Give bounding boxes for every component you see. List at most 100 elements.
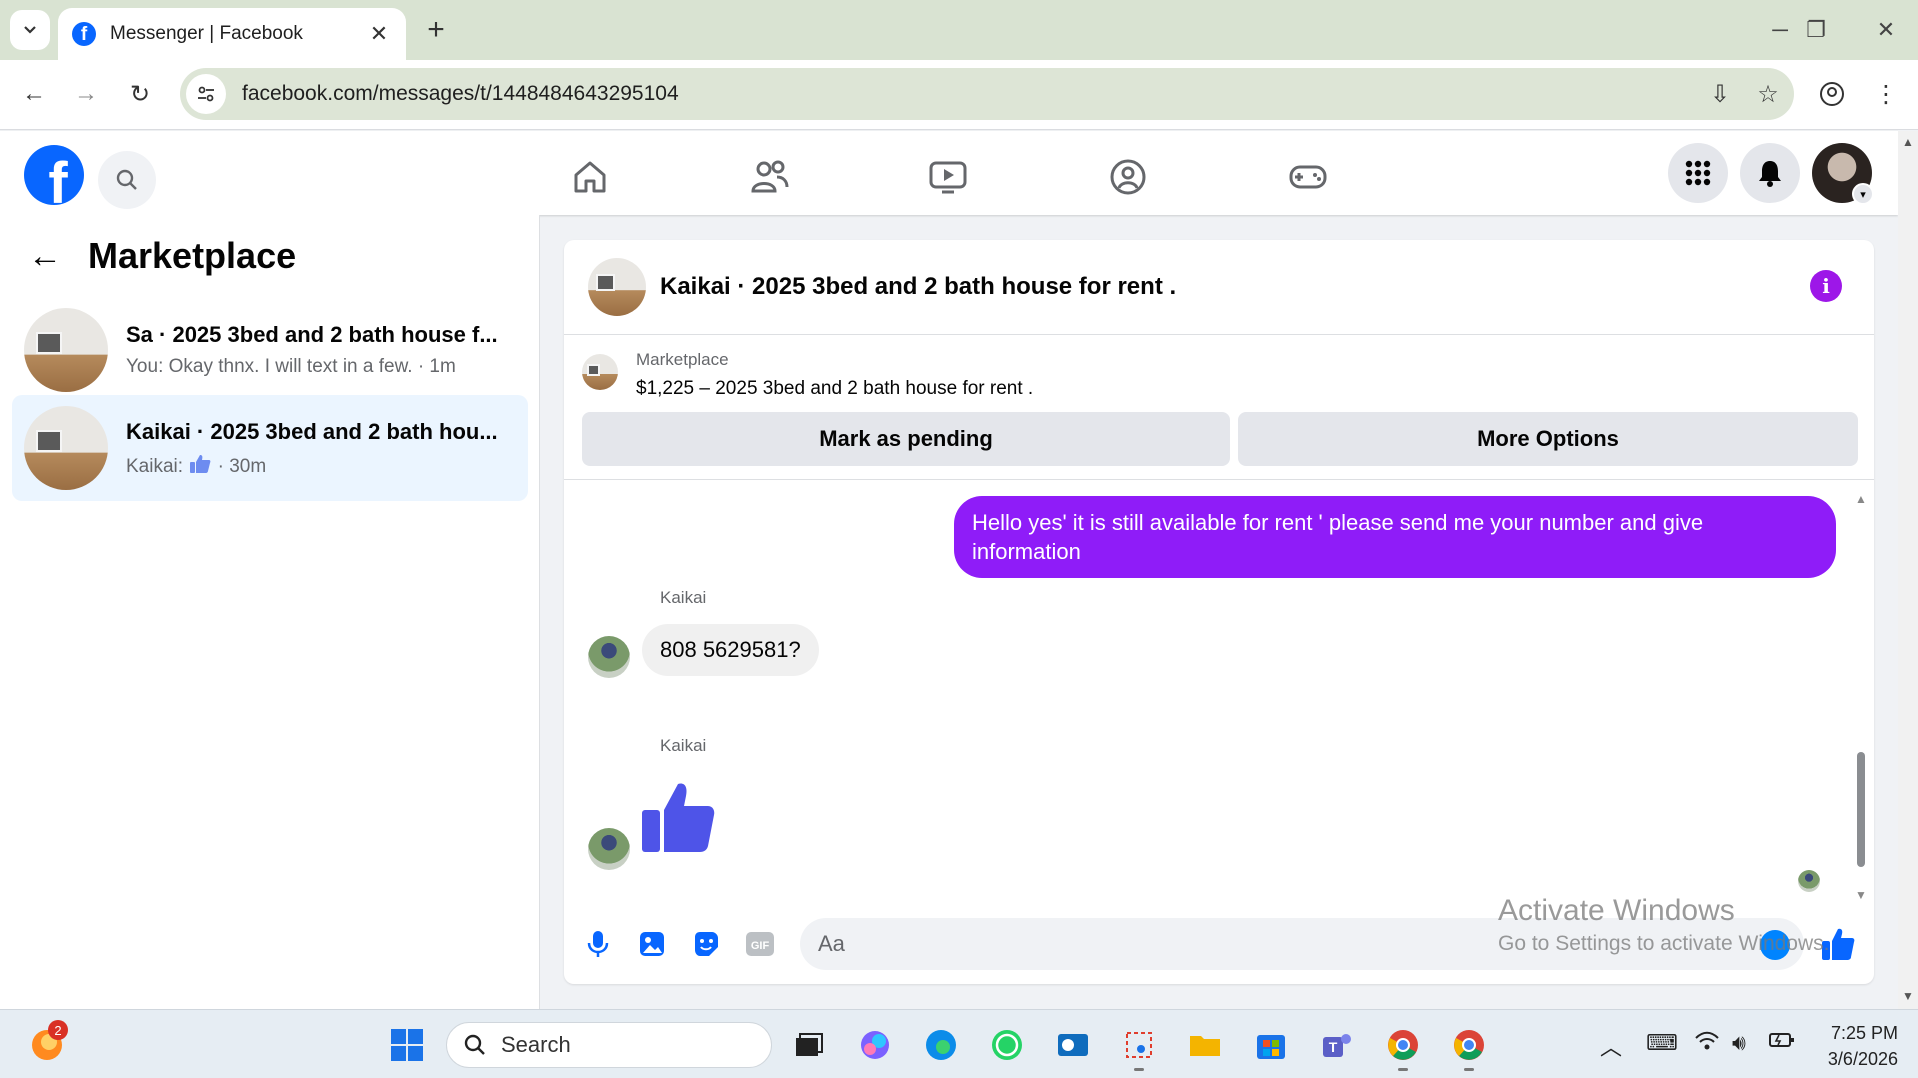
sender-avatar[interactable] xyxy=(588,636,630,678)
info-icon[interactable]: i xyxy=(1810,270,1842,302)
message-placeholder: Aa xyxy=(818,931,845,956)
scroll-up-icon[interactable]: ▲ xyxy=(1854,492,1868,506)
search-button[interactable] xyxy=(98,151,156,209)
outlook-icon[interactable] xyxy=(1050,1022,1096,1068)
running-indicator xyxy=(1134,1068,1144,1071)
chrome-profile-icon[interactable] xyxy=(1446,1022,1492,1068)
browser-tab-messenger[interactable]: f Messenger | Facebook ✕ xyxy=(58,8,406,60)
new-tab-button[interactable]: + xyxy=(418,12,454,48)
taskbar-clock[interactable]: 7:25 PM 3/6/2026 xyxy=(1808,1020,1898,1072)
clock-date: 3/6/2026 xyxy=(1827,1049,1898,1069)
large-thumbs-up-icon xyxy=(642,783,715,852)
restore-icon[interactable]: ❐ xyxy=(1796,12,1836,48)
more-options-button[interactable]: More Options xyxy=(1238,412,1858,466)
svg-text:T: T xyxy=(1329,1039,1338,1055)
search-icon xyxy=(116,169,137,190)
install-app-icon[interactable]: ⇩ xyxy=(1698,72,1742,116)
windows-taskbar: 2 Search T ︿ ⌨ 🔊︎ 7:25 PM 3/6/2026 xyxy=(0,1009,1918,1078)
sender-avatar[interactable] xyxy=(588,828,630,870)
video-icon[interactable] xyxy=(918,153,978,201)
microsoft-store-icon[interactable] xyxy=(1248,1022,1294,1068)
tab-search-button[interactable] xyxy=(10,10,50,50)
windows-start-icon[interactable] xyxy=(384,1022,430,1068)
facebook-favicon-icon: f xyxy=(72,22,96,46)
message-list: Hello yes' it is still available for ren… xyxy=(564,480,1874,900)
taskbar-search[interactable]: Search xyxy=(446,1022,772,1068)
incoming-message: 808 5629581? xyxy=(642,624,819,676)
wifi-icon[interactable] xyxy=(1694,1030,1720,1058)
search-icon xyxy=(464,1034,485,1055)
reload-icon[interactable]: ↻ xyxy=(120,74,160,114)
account-caret-icon[interactable]: ▾ xyxy=(1852,183,1874,205)
conversation-item-active[interactable]: Kaikai · 2025 3bed and 2 bath hou... Kai… xyxy=(12,395,528,501)
clock-time: 7:25 PM xyxy=(1830,1023,1898,1043)
listing-thumbnail xyxy=(24,308,108,392)
sidebar-title: Marketplace xyxy=(88,235,297,276)
address-bar[interactable]: facebook.com/messages/t/1448484643295104… xyxy=(180,68,1794,120)
snipping-tool-icon[interactable] xyxy=(1116,1022,1162,1068)
preview-time: · 30m xyxy=(217,455,267,477)
mark-as-pending-button[interactable]: Mark as pending xyxy=(582,412,1230,466)
chrome-profile-m-icon[interactable] xyxy=(1380,1022,1426,1068)
watermark-line-1: Activate Windows xyxy=(1498,894,1735,927)
volume-icon[interactable]: 🔊︎ xyxy=(1732,1030,1746,1056)
taskbar-search-label: Search xyxy=(501,1032,571,1057)
keyboard-icon[interactable]: ⌨ xyxy=(1646,1030,1678,1056)
copilot-icon[interactable] xyxy=(852,1022,898,1068)
browser-menu-icon[interactable]: ⋮ xyxy=(1866,74,1906,114)
home-icon[interactable] xyxy=(560,153,620,201)
activate-windows-watermark: Activate Windows Go to Settings to activ… xyxy=(1498,894,1830,956)
running-indicator xyxy=(1398,1068,1408,1071)
window-close-icon[interactable]: ✕ xyxy=(1866,12,1906,48)
task-view-icon[interactable] xyxy=(786,1022,832,1068)
close-tab-icon[interactable]: ✕ xyxy=(366,21,392,47)
page-scrollbar[interactable]: ▲ ▼ xyxy=(1898,131,1918,1009)
groups-icon[interactable] xyxy=(1098,153,1158,201)
listing-thumbnail xyxy=(582,354,618,390)
scroll-thumb[interactable] xyxy=(1857,752,1865,867)
back-arrow-icon[interactable]: ← xyxy=(28,237,62,276)
listing-thumbnail xyxy=(24,406,108,490)
file-explorer-icon[interactable] xyxy=(1182,1022,1228,1068)
facebook-logo-icon[interactable]: f xyxy=(24,145,84,205)
sidebar-header: ← Marketplace xyxy=(28,235,296,277)
conversation-preview: You: Okay thnx. I will text in a few. · … xyxy=(126,356,456,377)
whatsapp-icon[interactable] xyxy=(984,1022,1030,1068)
page-scroll-up-icon[interactable]: ▲ xyxy=(1902,135,1914,149)
teams-icon[interactable]: T xyxy=(1314,1022,1360,1068)
chat-panel: Kaikai · 2025 3bed and 2 bath house for … xyxy=(564,240,1874,984)
minimize-icon[interactable]: ─ xyxy=(1760,12,1800,48)
scroll-down-icon[interactable]: ▼ xyxy=(1854,888,1868,902)
running-indicator xyxy=(1464,1068,1474,1071)
chat-title[interactable]: Kaikai · 2025 3bed and 2 bath house for … xyxy=(660,273,1176,301)
conversation-title: Kaikai · 2025 3bed and 2 bath hou... xyxy=(126,418,498,444)
marketplace-label: Marketplace xyxy=(636,350,729,369)
back-icon[interactable]: ← xyxy=(14,74,54,114)
listing-thumbnail[interactable] xyxy=(588,258,646,316)
url-text[interactable]: facebook.com/messages/t/1448484643295104 xyxy=(242,82,1698,106)
friends-icon[interactable] xyxy=(740,153,800,201)
notifications-bell-icon[interactable] xyxy=(1740,143,1800,203)
battery-icon[interactable] xyxy=(1768,1030,1796,1056)
photo-icon[interactable] xyxy=(634,926,670,962)
tab-title: Messenger | Facebook xyxy=(110,23,303,44)
bookmark-star-icon[interactable]: ☆ xyxy=(1746,72,1790,116)
page-scroll-down-icon[interactable]: ▼ xyxy=(1902,989,1914,1003)
conversation-item[interactable]: Sa · 2025 3bed and 2 bath house f... You… xyxy=(12,297,528,403)
menu-grid-icon[interactable] xyxy=(1668,143,1728,203)
show-hidden-icons-chevron-icon[interactable]: ︿ xyxy=(1600,1030,1622,1062)
outgoing-message: Hello yes' it is still available for ren… xyxy=(954,496,1836,578)
gif-icon[interactable]: GIF xyxy=(742,926,778,962)
preview-sender: Kaikai: xyxy=(126,455,184,477)
listing-price-title[interactable]: $1,225 – 2025 3bed and 2 bath house for … xyxy=(636,378,1033,400)
browser-tab-bar: f Messenger | Facebook ✕ + ─ ❐ ✕ xyxy=(0,0,1918,60)
forward-icon[interactable]: → xyxy=(66,74,106,114)
sticker-icon[interactable] xyxy=(688,926,724,962)
chat-header: Kaikai · 2025 3bed and 2 bath house for … xyxy=(564,240,1874,335)
message-scrollbar[interactable]: ▲ ▼ xyxy=(1854,492,1868,902)
microphone-icon[interactable] xyxy=(580,926,616,962)
site-settings-icon[interactable] xyxy=(186,74,226,114)
profile-icon[interactable] xyxy=(1812,74,1852,114)
gaming-icon[interactable] xyxy=(1278,153,1338,201)
edge-browser-icon[interactable] xyxy=(918,1022,964,1068)
